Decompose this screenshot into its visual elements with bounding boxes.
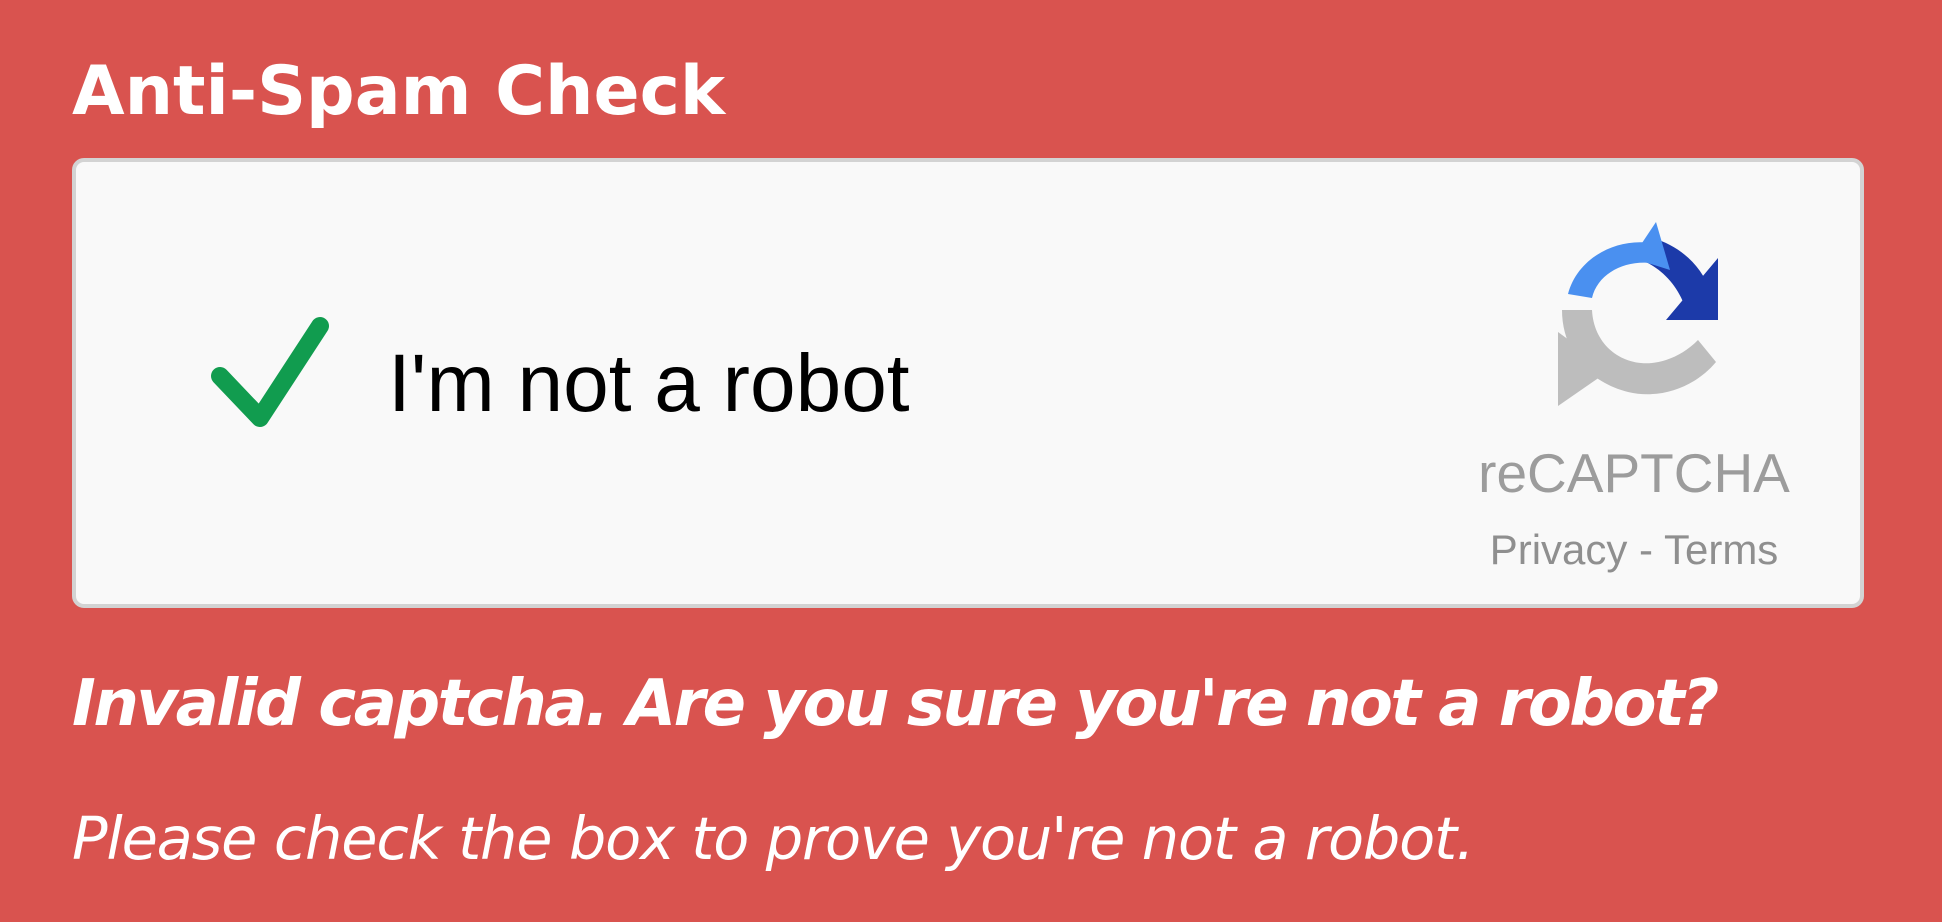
- not-a-robot-checkbox-label[interactable]: I'm not a robot: [388, 334, 910, 434]
- captcha-help-text: Please check the box to prove you're not…: [72, 804, 1475, 873]
- recaptcha-widget: I'm not a robot reCAPTCHA Privacy - Term…: [72, 158, 1864, 608]
- terms-link[interactable]: Terms: [1664, 526, 1778, 573]
- legal-separator: -: [1627, 526, 1664, 573]
- privacy-link[interactable]: Privacy: [1490, 526, 1628, 573]
- anti-spam-heading: Anti-Spam Check: [72, 52, 726, 131]
- recaptcha-logo-icon: [1558, 222, 1718, 406]
- check-icon[interactable]: [176, 298, 356, 448]
- legal-links: Privacy - Terms: [1458, 524, 1810, 576]
- captcha-error-message: Invalid captcha. Are you sure you're not…: [72, 667, 1719, 741]
- recaptcha-brand-name: reCAPTCHA: [1478, 442, 1790, 504]
